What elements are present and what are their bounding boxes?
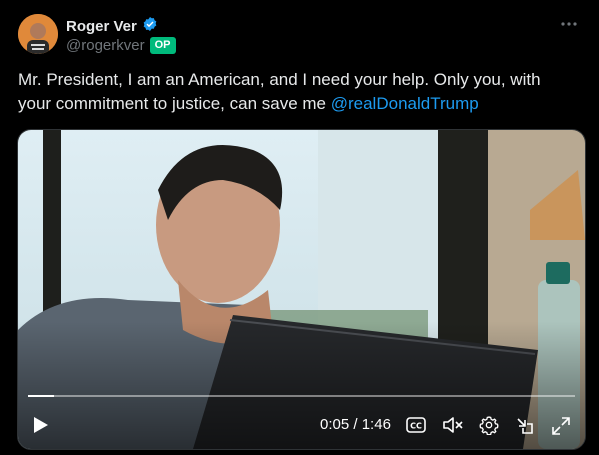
tweet-text: Mr. President, I am an American, and I n…: [18, 68, 578, 116]
more-icon[interactable]: [557, 14, 581, 34]
author-name[interactable]: Roger Ver: [66, 18, 137, 35]
captions-icon[interactable]: CC: [406, 415, 426, 435]
duration: 1:46: [361, 416, 391, 433]
progress-fill: [28, 395, 54, 397]
video-player[interactable]: 0:05 / 1:46 CC: [17, 129, 586, 450]
mute-icon[interactable]: [442, 415, 464, 435]
settings-icon[interactable]: [479, 415, 499, 435]
play-icon[interactable]: [30, 413, 52, 437]
handle-row: @rogerkver OP: [66, 37, 176, 54]
fullscreen-icon[interactable]: [550, 415, 572, 437]
picture-in-picture-icon[interactable]: [514, 415, 536, 437]
time-display: 0:05 / 1:46: [320, 416, 391, 433]
current-time: 0:05: [320, 416, 350, 433]
progress-bar[interactable]: [28, 395, 575, 397]
mention-link[interactable]: @realDonaldTrump: [331, 94, 479, 113]
svg-text:CC: CC: [410, 422, 422, 431]
avatar-image: [18, 14, 58, 54]
author-handle[interactable]: @rogerkver: [66, 37, 145, 54]
avatar[interactable]: [18, 14, 58, 54]
author-name-row[interactable]: Roger Ver: [66, 16, 158, 36]
op-badge: OP: [149, 37, 176, 54]
verified-badge-icon: [142, 16, 158, 36]
video-frame: [18, 130, 585, 449]
time-separator: /: [349, 416, 362, 433]
